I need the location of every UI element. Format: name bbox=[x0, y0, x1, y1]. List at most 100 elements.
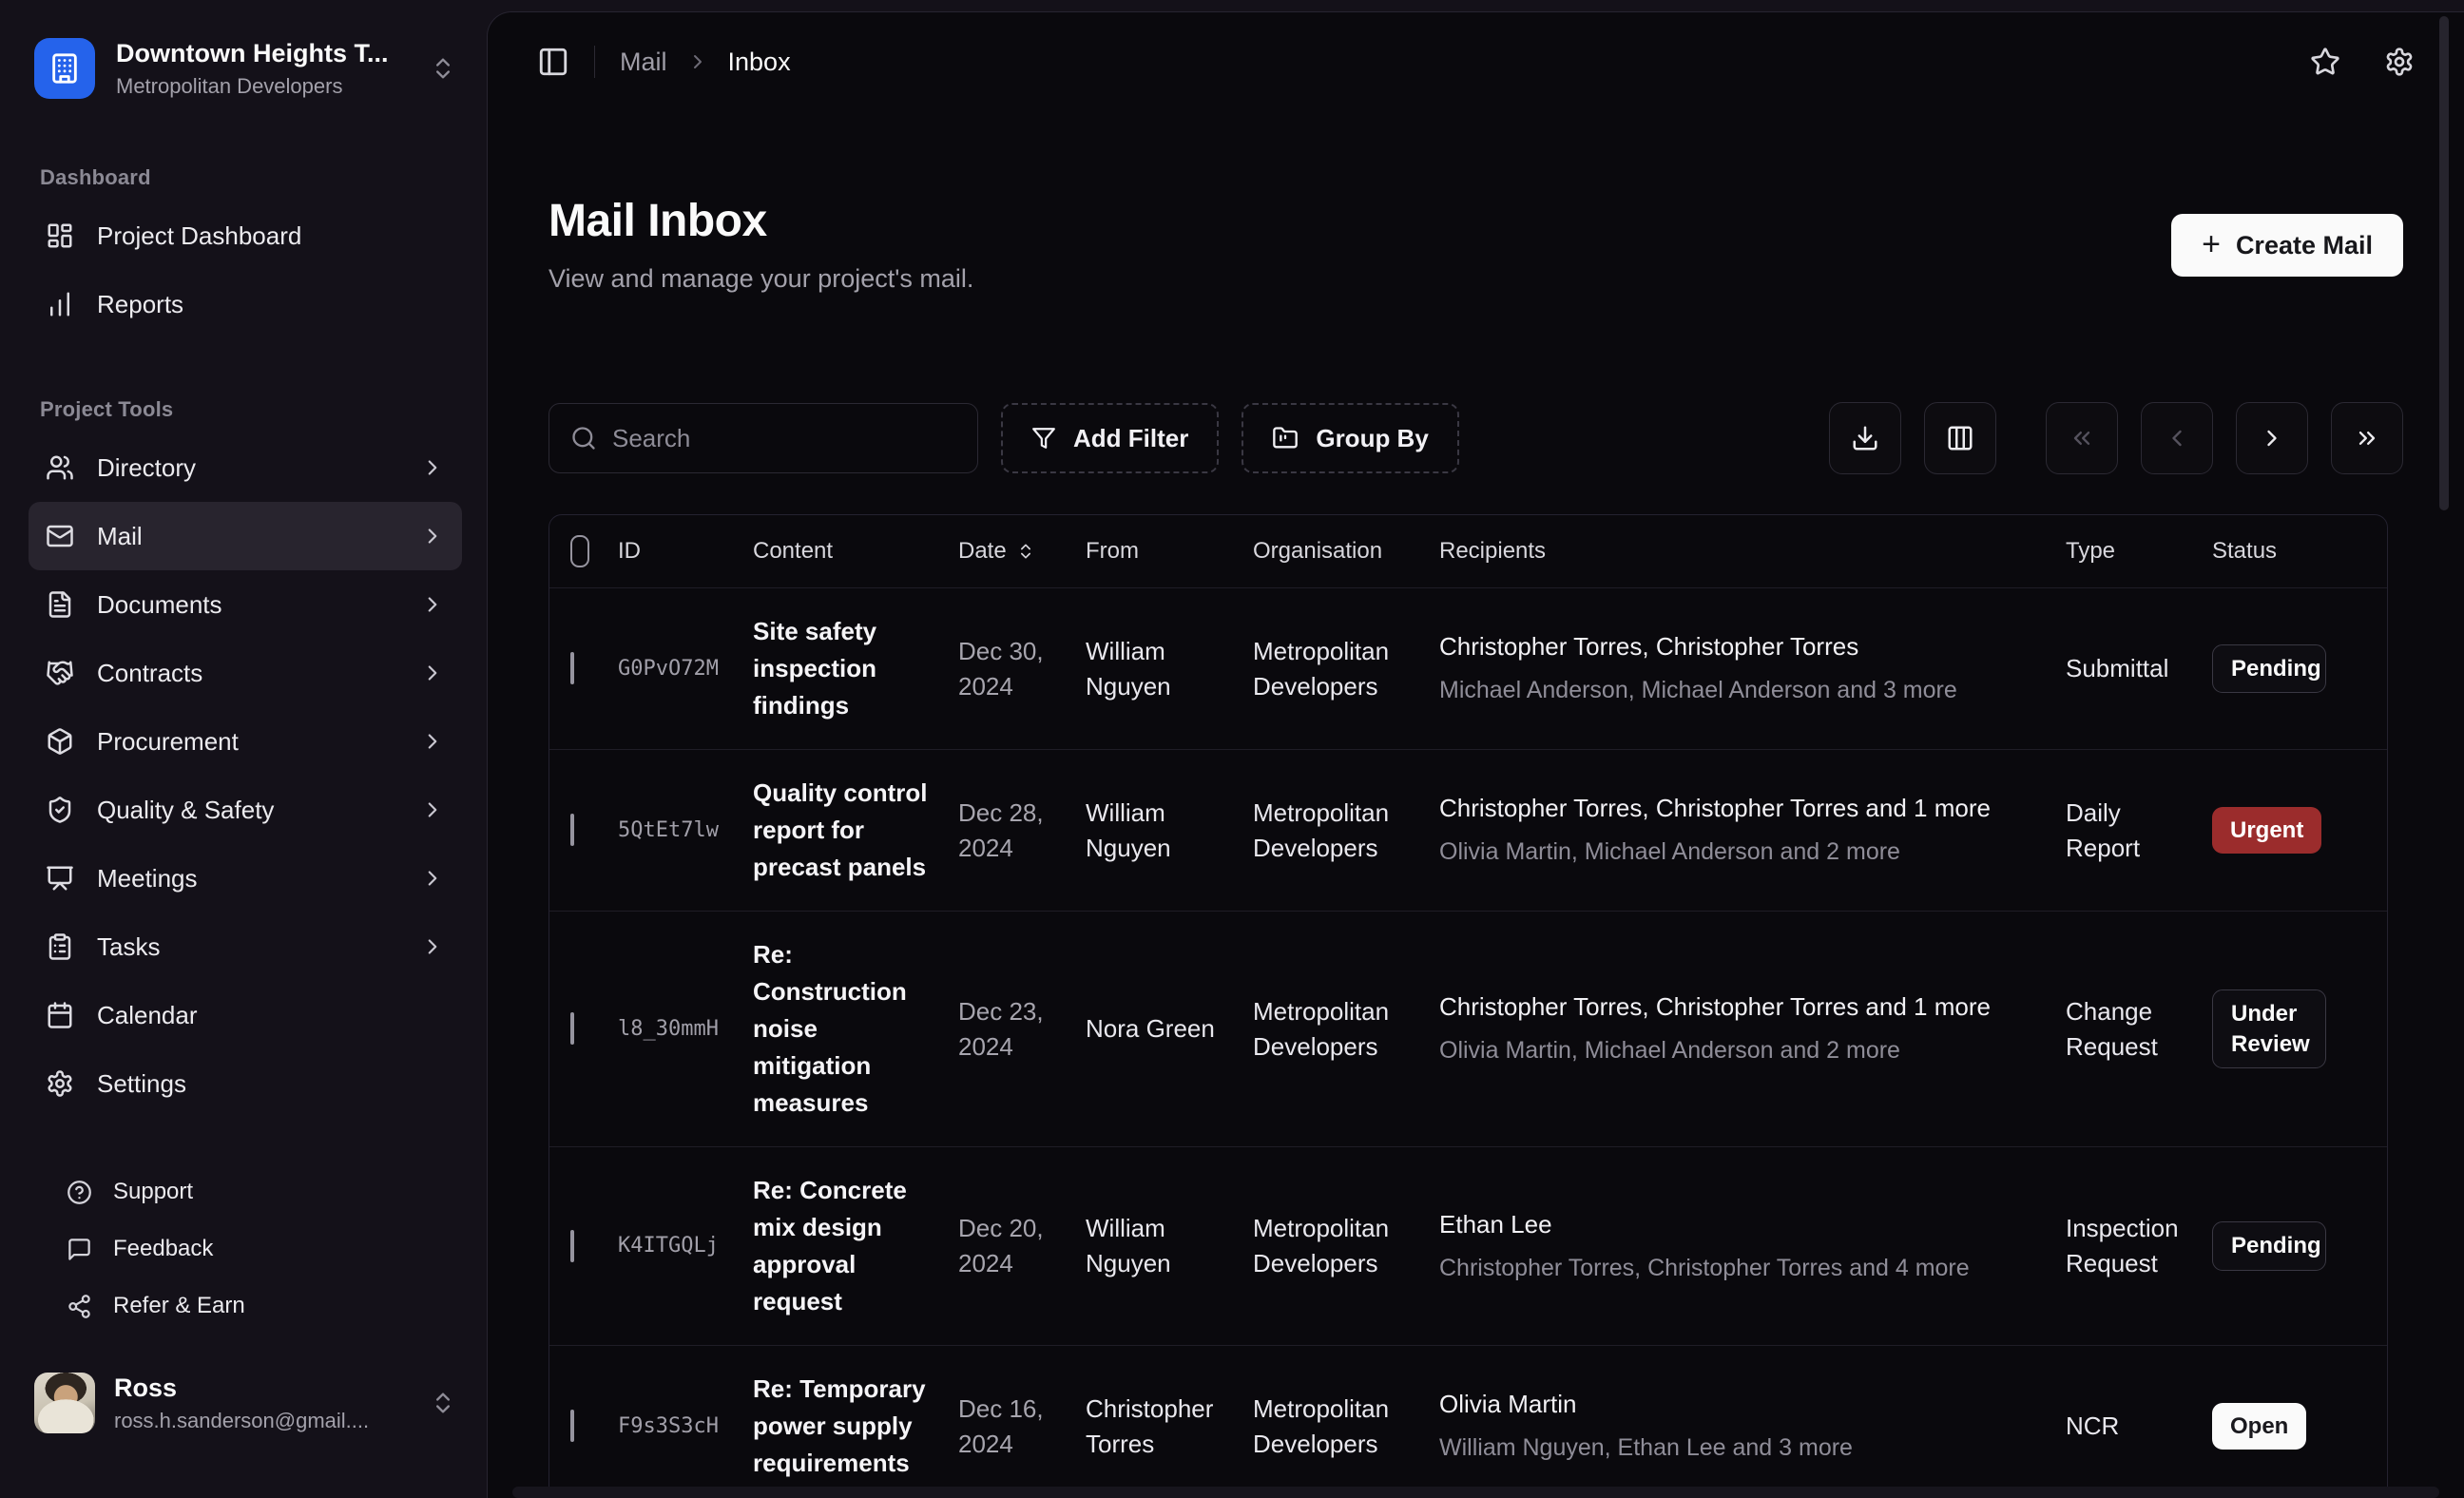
plus-icon: + bbox=[2202, 228, 2221, 260]
sidebar-toggle-button[interactable] bbox=[537, 46, 569, 78]
mail-organisation: Metropolitan Developers bbox=[1253, 796, 1439, 866]
panel-header: Mail Inbox bbox=[488, 12, 2464, 111]
presentation-icon-slot bbox=[46, 864, 74, 893]
sidebar-item-directory[interactable]: Directory bbox=[29, 433, 462, 502]
last-page-button[interactable] bbox=[2331, 402, 2403, 474]
sidebar-item-procurement[interactable]: Procurement bbox=[29, 707, 462, 776]
table-row[interactable]: l8_30mmHRe: Construction noise mitigatio… bbox=[549, 911, 2387, 1146]
sidebar-item-label: Project Dashboard bbox=[97, 221, 445, 251]
sidebar-item-label: Contracts bbox=[97, 659, 397, 688]
row-checkbox[interactable] bbox=[570, 814, 574, 846]
breadcrumb-mail[interactable]: Mail bbox=[620, 48, 667, 77]
chevron-right-icon-slot bbox=[420, 524, 445, 548]
column-header-id: ID bbox=[618, 538, 753, 565]
columns-view-button[interactable] bbox=[1924, 402, 1996, 474]
shield-check-icon-slot bbox=[46, 796, 74, 824]
mail-from: William Nguyen bbox=[1086, 796, 1253, 866]
mail-from: Nora Green bbox=[1086, 1011, 1253, 1047]
mail-content[interactable]: Site safety inspection findings bbox=[753, 613, 958, 724]
row-checkbox[interactable] bbox=[570, 652, 574, 684]
recipients-secondary: Olivia Martin, Michael Anderson and 2 mo… bbox=[1439, 835, 2035, 870]
sidebar-item-documents[interactable]: Documents bbox=[29, 570, 462, 639]
mail-content[interactable]: Re: Concrete mix design approval request bbox=[753, 1172, 958, 1320]
column-header-label: Type bbox=[2066, 538, 2115, 565]
share-icon-slot bbox=[67, 1294, 92, 1319]
horizontal-scrollbar-track[interactable] bbox=[512, 1487, 2439, 1498]
share-icon bbox=[67, 1294, 92, 1319]
sidebar-item-feedback[interactable]: Feedback bbox=[29, 1220, 462, 1277]
page-head: Mail Inbox View and manage your project'… bbox=[488, 195, 2464, 294]
document-icon-slot bbox=[46, 590, 74, 619]
table-row[interactable]: 5QtEt7lwQuality control report for preca… bbox=[549, 749, 2387, 911]
create-mail-button[interactable]: + Create Mail bbox=[2171, 214, 2403, 277]
user-menu[interactable]: Ross ross.h.sanderson@gmail.... bbox=[29, 1373, 462, 1433]
mail-table: IDContentDateFromOrganisationRecipientsT… bbox=[549, 514, 2388, 1498]
mail-from: William Nguyen bbox=[1086, 1211, 1253, 1281]
sidebar-item-support[interactable]: Support bbox=[29, 1163, 462, 1220]
chevron-right-icon bbox=[420, 729, 445, 754]
column-header-label: Status bbox=[2212, 538, 2277, 565]
group-by-button[interactable]: Group By bbox=[1242, 403, 1458, 473]
search-box bbox=[549, 403, 978, 473]
next-page-button[interactable] bbox=[2236, 402, 2308, 474]
mail-content[interactable]: Re: Temporary power supply requirements bbox=[753, 1371, 958, 1482]
row-checkbox[interactable] bbox=[570, 1230, 574, 1262]
row-checkbox[interactable] bbox=[570, 1012, 574, 1045]
sidebar-item-project-dashboard[interactable]: Project Dashboard bbox=[29, 202, 462, 270]
sidebar-item-refer-earn[interactable]: Refer & Earn bbox=[29, 1277, 462, 1335]
workspace-organisation: Metropolitan Developers bbox=[116, 74, 409, 99]
favorite-star-button[interactable] bbox=[2310, 47, 2340, 77]
package-icon-slot bbox=[46, 727, 74, 756]
mail-content[interactable]: Re: Construction noise mitigation measur… bbox=[753, 936, 958, 1122]
chevrons-up-down-icon bbox=[430, 55, 456, 82]
chevron-right-icon-slot bbox=[420, 729, 445, 754]
users-icon bbox=[46, 453, 74, 482]
first-page-button[interactable] bbox=[2046, 402, 2118, 474]
chevron-right-icon bbox=[420, 592, 445, 617]
mail-status-cell: Pending bbox=[2212, 1221, 2387, 1270]
sidebar-item-settings[interactable]: Settings bbox=[29, 1049, 462, 1118]
sidebar-item-meetings[interactable]: Meetings bbox=[29, 844, 462, 912]
select-all-checkbox[interactable] bbox=[570, 535, 589, 567]
search-input[interactable] bbox=[612, 424, 956, 453]
sidebar-item-label: Mail bbox=[97, 522, 397, 551]
mail-id: F9s3S3cH bbox=[618, 1412, 753, 1441]
workspace-switcher[interactable]: Downtown Heights T... Metropolitan Devel… bbox=[29, 38, 462, 99]
export-download-button[interactable] bbox=[1829, 402, 1901, 474]
column-header-date[interactable]: Date bbox=[958, 538, 1086, 565]
sidebar: Downtown Heights T... Metropolitan Devel… bbox=[0, 0, 487, 1498]
mail-icon bbox=[46, 522, 74, 550]
chevron-right-icon bbox=[420, 797, 445, 822]
sidebar-item-calendar[interactable]: Calendar bbox=[29, 981, 462, 1049]
add-filter-button[interactable]: Add Filter bbox=[1001, 403, 1219, 473]
mail-id: l8_30mmH bbox=[618, 1014, 753, 1044]
column-header-label: From bbox=[1086, 538, 1139, 565]
previous-page-button[interactable] bbox=[2141, 402, 2213, 474]
sidebar-item-contracts[interactable]: Contracts bbox=[29, 639, 462, 707]
mail-recipients: Christopher Torres, Christopher TorresMi… bbox=[1439, 629, 2066, 707]
shield-check-icon bbox=[46, 796, 74, 824]
search-icon-slot bbox=[570, 425, 597, 451]
mail-content[interactable]: Quality control report for precast panel… bbox=[753, 775, 958, 886]
table-row[interactable]: F9s3S3cHRe: Temporary power supply requi… bbox=[549, 1345, 2387, 1498]
settings-gear-button[interactable] bbox=[2384, 47, 2415, 77]
mail-from: William Nguyen bbox=[1086, 634, 1253, 704]
sidebar-item-quality-safety[interactable]: Quality & Safety bbox=[29, 776, 462, 844]
gear-icon bbox=[46, 1069, 74, 1098]
table-row[interactable]: G0PvO72MSite safety inspection findingsD… bbox=[549, 587, 2387, 749]
package-icon bbox=[46, 727, 74, 756]
row-checkbox[interactable] bbox=[570, 1410, 574, 1442]
mail-organisation: Metropolitan Developers bbox=[1253, 1392, 1439, 1462]
filter-icon bbox=[1031, 426, 1056, 451]
vertical-scrollbar-thumb[interactable] bbox=[2439, 16, 2449, 510]
sidebar-item-reports[interactable]: Reports bbox=[29, 270, 462, 338]
chevron-right-icon-slot bbox=[420, 934, 445, 959]
presentation-icon bbox=[46, 864, 74, 893]
sidebar-item-tasks[interactable]: Tasks bbox=[29, 912, 462, 981]
user-meta: Ross ross.h.sanderson@gmail.... bbox=[114, 1373, 411, 1433]
sidebar-item-mail[interactable]: Mail bbox=[29, 502, 462, 570]
chevron-right-icon bbox=[2259, 425, 2285, 451]
table-row[interactable]: K4ITGQLjRe: Concrete mix design approval… bbox=[549, 1146, 2387, 1345]
column-header-recipients: Recipients bbox=[1439, 538, 2066, 565]
bar-chart-icon bbox=[46, 290, 74, 318]
